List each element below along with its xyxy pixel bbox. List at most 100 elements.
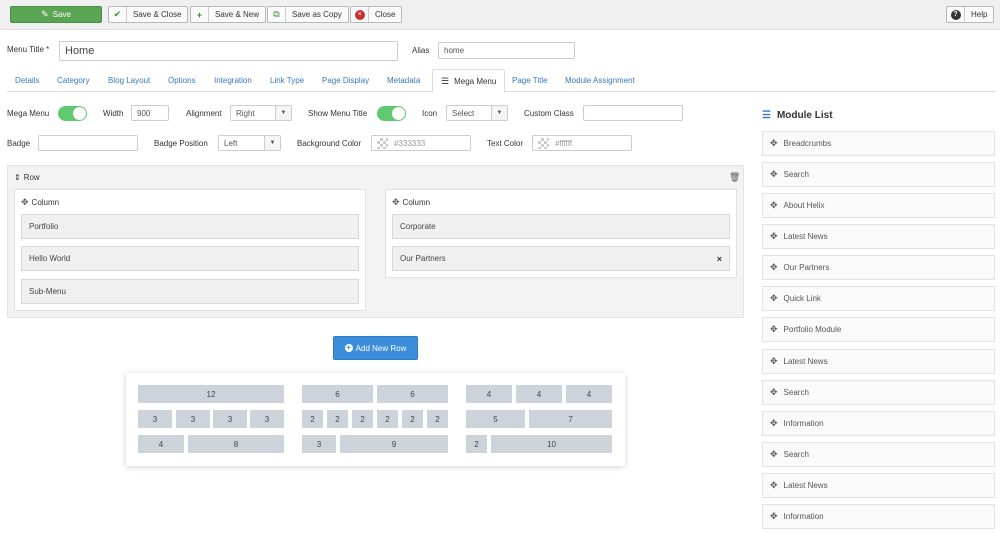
tab-link-type[interactable]: Link Type bbox=[270, 69, 304, 92]
save-button[interactable]: ✎ Save bbox=[10, 6, 102, 23]
help-button[interactable]: ? Help bbox=[946, 6, 995, 23]
layout-cell[interactable]: 4 bbox=[516, 385, 562, 403]
layout-cell[interactable]: 10 bbox=[491, 435, 612, 453]
menu-item[interactable]: Hello World bbox=[21, 246, 359, 271]
move-icon: ✥ bbox=[770, 511, 778, 521]
badge-input[interactable] bbox=[38, 135, 138, 151]
toolbar: ✎ Save ✔ Save & Close + Save & New ⧉ Sav… bbox=[0, 0, 1000, 30]
close-button[interactable]: × Close bbox=[350, 6, 403, 23]
remove-icon[interactable]: × bbox=[717, 254, 722, 264]
menu-item[interactable]: Our Partners × bbox=[392, 246, 730, 271]
layout-cell[interactable]: 9 bbox=[340, 435, 448, 453]
add-new-row-button[interactable]: + Add New Row bbox=[333, 336, 418, 360]
module-item[interactable]: ✥ Information bbox=[762, 504, 995, 529]
alignment-select[interactable]: Right ▼ bbox=[230, 105, 292, 121]
layout-cell[interactable]: 5 bbox=[466, 410, 525, 428]
show-menu-title-toggle[interactable] bbox=[377, 106, 406, 121]
layout-cell[interactable]: 3 bbox=[138, 410, 172, 428]
icon-label: Icon bbox=[422, 109, 438, 118]
alias-input[interactable]: home bbox=[438, 42, 575, 59]
badge-label: Badge bbox=[7, 139, 31, 148]
tab-blog-layout[interactable]: Blog Layout bbox=[108, 69, 150, 92]
text-color-label: Text Color bbox=[487, 139, 524, 148]
menu-title-input[interactable]: Home bbox=[59, 41, 398, 61]
icon-select[interactable]: Select ▼ bbox=[446, 105, 508, 121]
row-header[interactable]: ⇕ Row bbox=[14, 173, 40, 182]
column-layout-picker: 12 3 3 3 3 4 8 6 6 2 2 2 2 2 2 3 9 4 4 4… bbox=[126, 373, 625, 466]
layout-cell[interactable]: 3 bbox=[302, 435, 336, 453]
tab-options[interactable]: Options bbox=[168, 69, 196, 92]
color-swatch-icon bbox=[538, 137, 549, 149]
move-icon: ✥ bbox=[770, 356, 778, 366]
badge-position-label: Badge Position bbox=[154, 139, 208, 148]
layout-cell[interactable]: 2 bbox=[377, 410, 398, 428]
layout-cell[interactable]: 7 bbox=[529, 410, 612, 428]
tab-details[interactable]: Details bbox=[15, 69, 39, 92]
layout-cell[interactable]: 4 bbox=[566, 385, 612, 403]
move-icon: ✥ bbox=[392, 197, 400, 207]
tab-page-title[interactable]: Page Title bbox=[512, 69, 548, 92]
text-color-input[interactable]: #ffffff bbox=[532, 135, 632, 151]
move-icon: ✥ bbox=[770, 231, 778, 241]
caret-down-icon: ▼ bbox=[275, 106, 291, 120]
move-icon: ✥ bbox=[770, 138, 778, 148]
badge-position-select[interactable]: Left ▼ bbox=[218, 135, 281, 151]
module-list-title: ☰ Module List bbox=[762, 110, 833, 121]
module-item[interactable]: ✥ Search bbox=[762, 442, 995, 467]
list-icon: ☰ bbox=[762, 110, 771, 121]
alias-label: Alias bbox=[412, 46, 430, 55]
mega-menu-toggle[interactable] bbox=[58, 106, 87, 121]
plus-icon: + bbox=[191, 7, 209, 22]
layout-cell[interactable]: 2 bbox=[352, 410, 373, 428]
layout-cell[interactable]: 3 bbox=[213, 410, 247, 428]
layout-cell[interactable]: 4 bbox=[138, 435, 184, 453]
layout-cell[interactable]: 3 bbox=[176, 410, 210, 428]
layout-cell[interactable]: 6 bbox=[377, 385, 448, 403]
layout-cell[interactable]: 2 bbox=[466, 435, 487, 453]
layout-cell[interactable]: 3 bbox=[250, 410, 284, 428]
column-header[interactable]: ✥ Column bbox=[392, 197, 430, 208]
save-new-button[interactable]: + Save & New bbox=[190, 6, 267, 23]
tab-page-display[interactable]: Page Display bbox=[322, 69, 369, 92]
trash-icon[interactable]: 🗑 bbox=[729, 172, 740, 183]
layout-cell[interactable]: 2 bbox=[427, 410, 448, 428]
layout-cell[interactable]: 8 bbox=[188, 435, 284, 453]
module-item[interactable]: ✥ Latest News bbox=[762, 473, 995, 498]
menu-item[interactable]: Corporate bbox=[392, 214, 730, 239]
layout-cell[interactable]: 6 bbox=[302, 385, 373, 403]
custom-class-label: Custom Class bbox=[524, 109, 574, 118]
tab-integration[interactable]: Integration bbox=[214, 69, 252, 92]
tab-mega-menu[interactable]: ☰ Mega Menu bbox=[432, 69, 506, 93]
layout-cell[interactable]: 12 bbox=[138, 385, 284, 403]
layout-cell[interactable]: 2 bbox=[302, 410, 323, 428]
save-close-button[interactable]: ✔ Save & Close bbox=[108, 6, 189, 23]
toggle-knob bbox=[73, 107, 86, 120]
menu-item[interactable]: Sub-Menu bbox=[21, 279, 359, 304]
tab-category[interactable]: Category bbox=[57, 69, 89, 92]
module-item[interactable]: ✥ About Helix bbox=[762, 193, 995, 218]
module-item[interactable]: ✥ Search bbox=[762, 162, 995, 187]
layout-cell[interactable]: 4 bbox=[466, 385, 512, 403]
move-icon: ✥ bbox=[770, 480, 778, 490]
save-copy-button[interactable]: ⧉ Save as Copy bbox=[267, 6, 349, 23]
module-item[interactable]: ✥ Quick Link bbox=[762, 286, 995, 311]
module-item[interactable]: ✥ Breadcrumbs bbox=[762, 131, 995, 156]
width-input[interactable]: 900 bbox=[131, 105, 169, 121]
module-item[interactable]: ✥ Portfolio Module bbox=[762, 317, 995, 342]
custom-class-input[interactable] bbox=[583, 105, 683, 121]
module-item[interactable]: ✥ Latest News bbox=[762, 349, 995, 374]
background-color-input[interactable]: #333333 bbox=[371, 135, 471, 151]
tab-metadata[interactable]: Metadata bbox=[387, 69, 420, 92]
module-item[interactable]: ✥ Information bbox=[762, 411, 995, 436]
alignment-label: Alignment bbox=[186, 109, 222, 118]
move-icon: ✥ bbox=[770, 293, 778, 303]
module-item[interactable]: ✥ Search bbox=[762, 380, 995, 405]
column-header[interactable]: ✥ Column bbox=[21, 197, 59, 208]
layout-cell[interactable]: 2 bbox=[327, 410, 348, 428]
module-item[interactable]: ✥ Our Partners bbox=[762, 255, 995, 280]
module-item[interactable]: ✥ Latest News bbox=[762, 224, 995, 249]
menu-item[interactable]: Portfolio bbox=[21, 214, 359, 239]
layout-cell[interactable]: 2 bbox=[402, 410, 423, 428]
menu-icon: ☰ bbox=[441, 75, 450, 86]
tab-module-assignment[interactable]: Module Assignment bbox=[565, 69, 635, 92]
